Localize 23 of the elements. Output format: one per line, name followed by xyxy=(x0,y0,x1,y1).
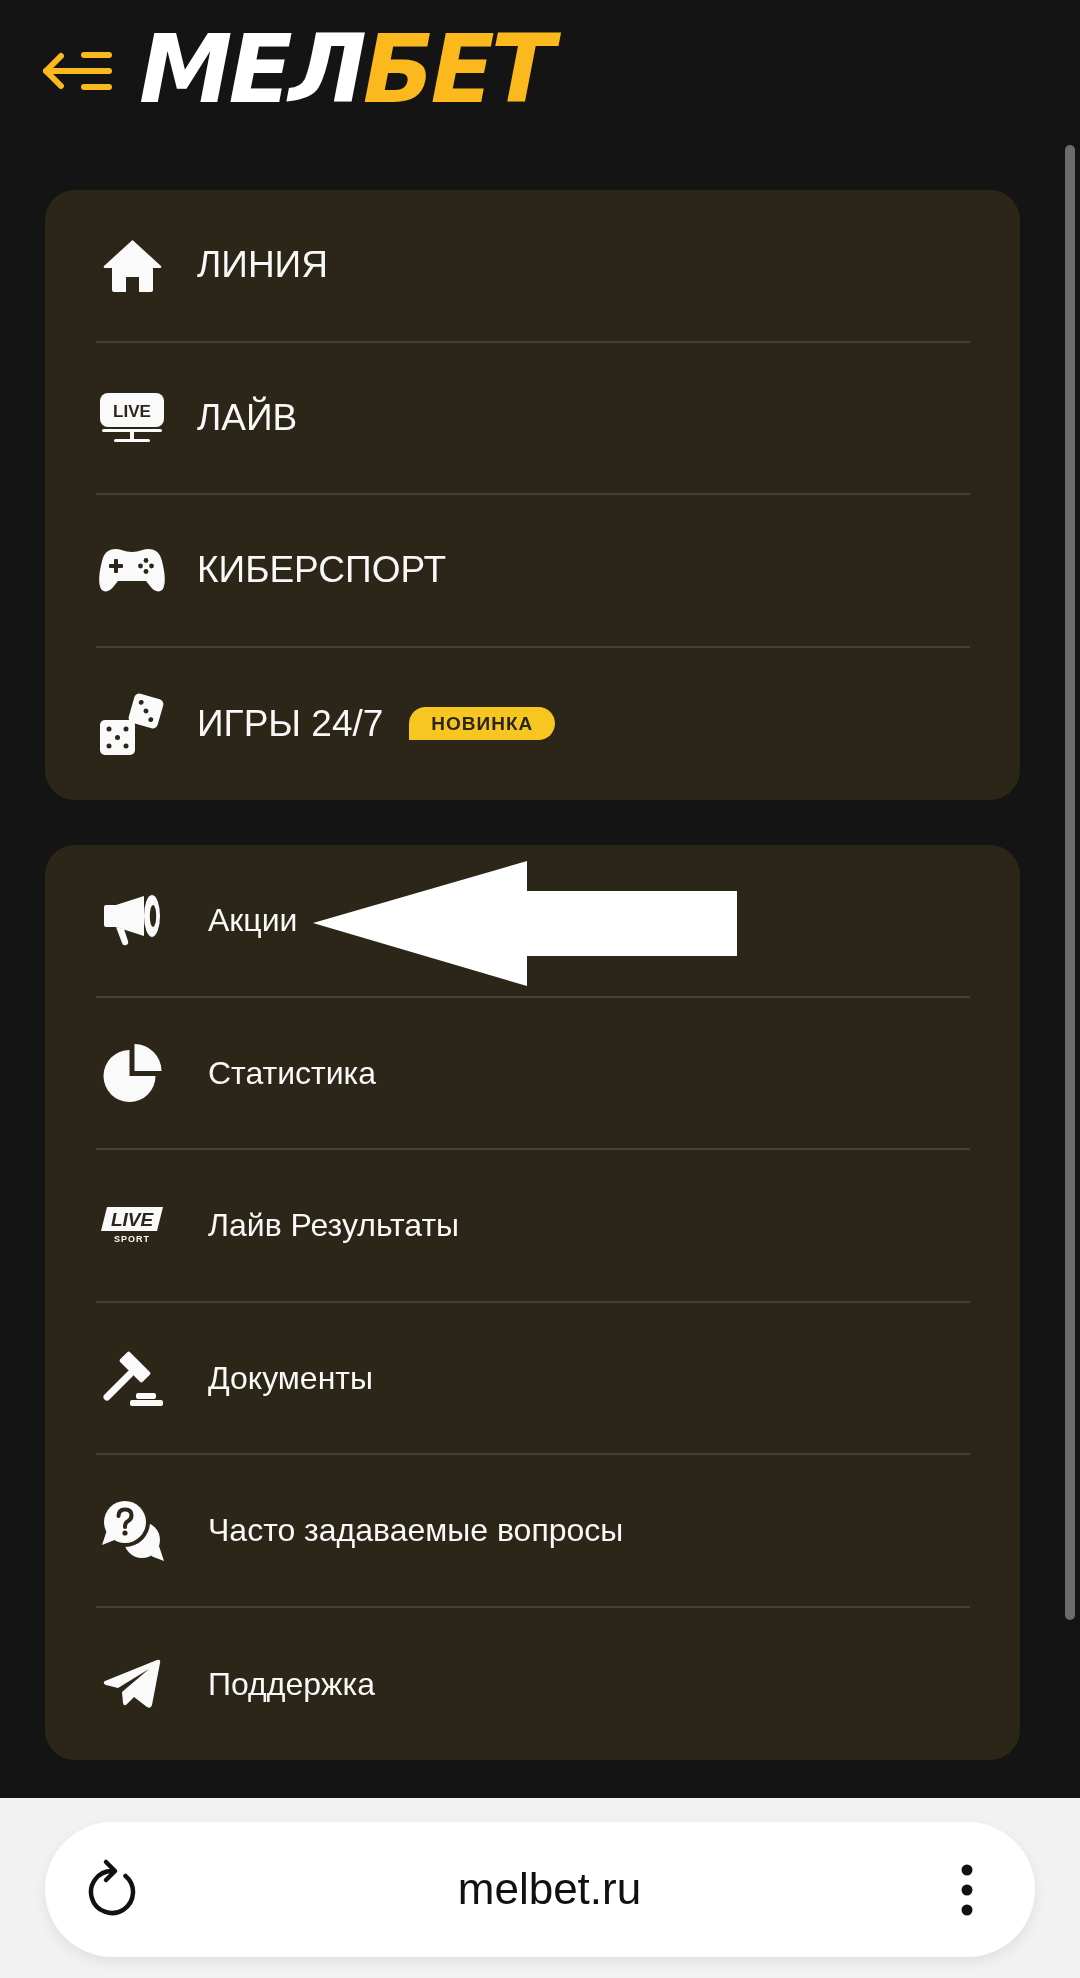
url-text[interactable]: melbet.ru xyxy=(457,1863,642,1916)
megaphone-icon xyxy=(103,894,161,947)
menu-item[interactable]: Часто задаваемые вопросы xyxy=(96,1499,624,1561)
logo: МЕЛБЕТ xyxy=(135,15,569,125)
arrow-left-icon[interactable] xyxy=(42,51,113,91)
dice-icon xyxy=(100,692,164,756)
menu-item[interactable]: Акции xyxy=(96,894,298,947)
menu-item[interactable]: Документы xyxy=(96,1349,373,1407)
pie-chart-icon xyxy=(102,1043,162,1103)
menu-item[interactable]: LIVE SPORT Лайв Результаты xyxy=(96,1206,460,1245)
menu-item[interactable]: КИБЕРСПОРТ xyxy=(96,547,447,593)
new-badge: НОВИНКА xyxy=(409,707,556,741)
paper-plane-icon xyxy=(103,1658,161,1710)
menu-item[interactable]: ИГРЫ 24/7 xyxy=(96,692,384,756)
menu-item[interactable]: Статистика xyxy=(96,1043,377,1103)
gamepad-icon xyxy=(98,547,166,593)
gavel-icon xyxy=(101,1349,163,1407)
menu-item[interactable]: LIVE ЛАЙВ xyxy=(96,392,298,443)
more-options-icon[interactable] xyxy=(961,1863,973,1916)
question-chat-icon xyxy=(100,1499,164,1561)
menu-item[interactable]: Поддержка xyxy=(96,1658,375,1710)
menu-item[interactable]: ЛИНИЯ xyxy=(96,238,328,292)
home-icon xyxy=(102,238,162,292)
